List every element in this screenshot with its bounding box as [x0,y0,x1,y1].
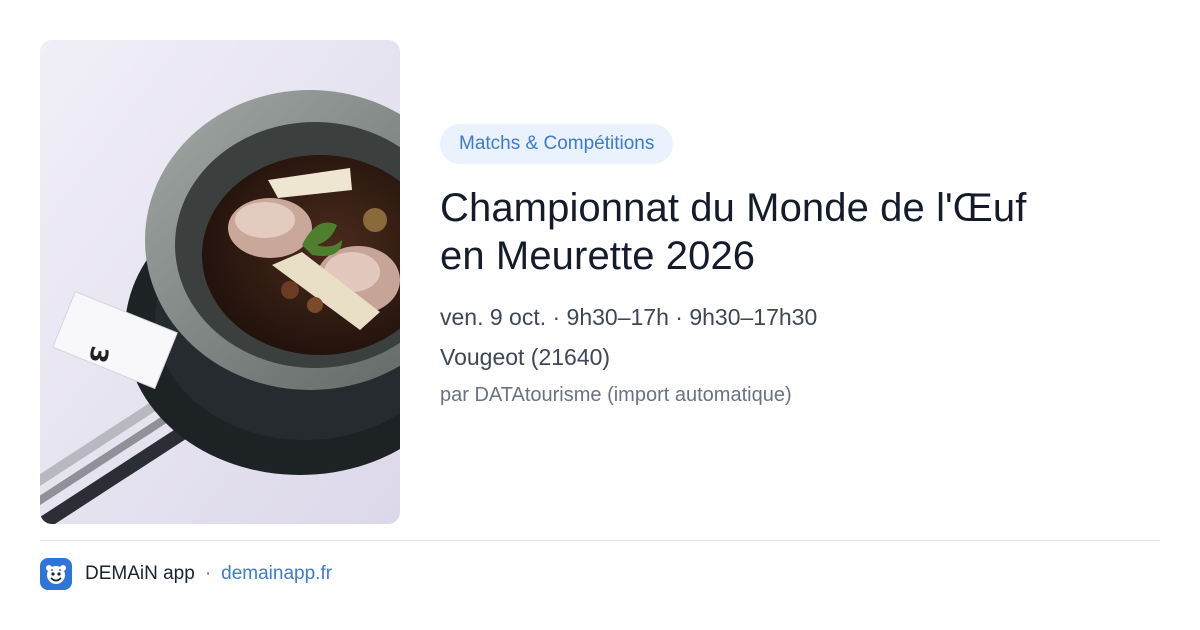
category-badge[interactable]: Matchs & Compétitions [440,124,674,164]
app-name: DEMAiN app [85,563,195,584]
footer-separator: · [204,563,212,584]
egg-meurette-dish-image: 3 [40,40,400,524]
event-location: Vougeot (21640) [440,344,611,370]
demain-logo-icon [40,558,72,590]
app-website-link[interactable]: demainapp.fr [221,563,332,585]
event-date: ven. 9 oct. · 9h30–17h · 9h30–17h30 [440,304,818,330]
event-title-line-1: Championnat du Monde de l'Œuf [440,186,1027,230]
event-title: Championnat du Monde de l'Œuf en Meurett… [440,184,1160,280]
footer-divider [40,540,1160,541]
event-title-line-2: en Meurette 2026 [440,234,756,278]
event-photo: 3 [40,40,400,524]
footer: DEMAiN app · demainapp.fr [40,558,332,590]
event-source: par DATAtourisme (import automatique) [440,384,792,406]
event-details: Matchs & Compétitions Championnat du Mon… [440,124,1160,407]
